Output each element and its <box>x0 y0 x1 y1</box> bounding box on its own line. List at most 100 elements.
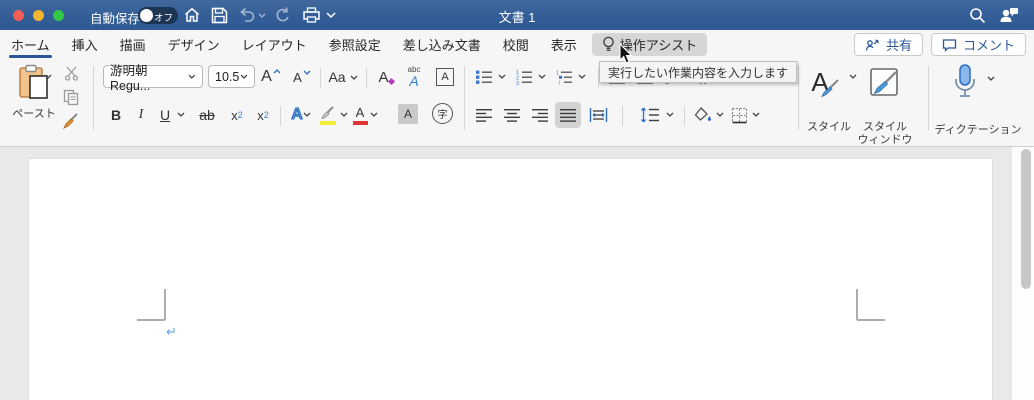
text-effects-chevron-icon[interactable] <box>303 112 311 117</box>
numbering-chevron-icon[interactable] <box>538 74 546 79</box>
undo-icon[interactable] <box>236 5 258 25</box>
dictation-button[interactable] <box>950 62 980 102</box>
underline-button[interactable]: U <box>156 104 174 126</box>
autosave-state-label: オフ <box>153 13 173 24</box>
redo-icon[interactable] <box>272 5 294 25</box>
font-size-value: 10.5 <box>215 69 240 84</box>
mouse-cursor <box>619 44 634 65</box>
share-icon <box>865 38 880 52</box>
borders-chevron-icon[interactable] <box>752 112 760 117</box>
tab-mailings[interactable]: 差し込み文書 <box>392 30 492 58</box>
phonetic-guide-button[interactable]: abc A <box>402 64 426 90</box>
paste-clipboard-icon <box>19 64 48 99</box>
lightbulb-icon <box>602 36 615 53</box>
styles-brush-icon <box>820 79 839 98</box>
styles-label: スタイル <box>807 121 851 133</box>
font-name-combo[interactable]: 游明朝 Regu... <box>103 64 203 93</box>
print-icon[interactable] <box>300 5 322 25</box>
change-case-button[interactable]: Aa <box>328 66 358 88</box>
shrink-font-button[interactable]: A <box>290 66 314 88</box>
subscript-button[interactable]: x2 <box>226 104 248 126</box>
tab-design[interactable]: デザイン <box>157 30 231 58</box>
account-icon[interactable] <box>997 5 1019 25</box>
undo-menu-chevron-icon[interactable] <box>256 5 268 25</box>
zoom-window-button[interactable] <box>53 9 64 21</box>
highlight-color-swatch <box>320 120 336 125</box>
align-right-button[interactable] <box>529 104 551 126</box>
styles-chevron-icon[interactable] <box>849 74 857 79</box>
shading-bucket-button[interactable] <box>692 104 714 126</box>
svg-text:3: 3 <box>516 81 519 85</box>
font-size-combo[interactable]: 10.5 <box>208 65 255 88</box>
document-page[interactable]: ↵ <box>28 158 993 400</box>
styles-window-label: スタイル ウィンドウ <box>857 121 913 146</box>
multilevel-chevron-icon[interactable] <box>578 74 586 79</box>
underline-chevron-icon[interactable] <box>177 112 185 117</box>
vertical-scrollbar[interactable] <box>1012 147 1034 400</box>
tab-home[interactable]: ホーム <box>0 30 61 58</box>
share-button[interactable]: 共有 <box>853 33 923 56</box>
comments-button[interactable]: コメント <box>930 33 1026 56</box>
close-window-button[interactable] <box>13 9 24 21</box>
justify-button[interactable] <box>555 102 581 128</box>
autosave-toggle[interactable]: オフ <box>138 7 178 24</box>
svg-text:1: 1 <box>556 71 559 77</box>
shading-chevron-icon[interactable] <box>716 112 724 117</box>
line-spacing-button[interactable] <box>638 104 662 126</box>
tab-insert[interactable]: 挿入 <box>61 30 109 58</box>
dictation-label: ディクテーション <box>934 124 1022 136</box>
home-icon[interactable] <box>181 5 203 25</box>
grow-font-button[interactable]: A <box>259 66 283 88</box>
enclose-characters-button[interactable]: 字 <box>432 103 453 124</box>
save-icon[interactable] <box>208 5 230 25</box>
align-center-button[interactable] <box>501 104 523 126</box>
paste-menu-chevron-icon[interactable] <box>44 74 52 79</box>
quick-access-chevron-icon[interactable] <box>324 5 338 25</box>
clear-formatting-button[interactable]: A <box>375 66 399 88</box>
bullets-chevron-icon[interactable] <box>498 74 506 79</box>
search-icon[interactable] <box>966 5 988 25</box>
strikethrough-button[interactable]: ab <box>194 104 220 126</box>
toggle-knob <box>140 9 153 22</box>
bullets-button[interactable] <box>473 66 495 88</box>
font-color-button[interactable]: A <box>350 102 370 128</box>
tab-tell-me[interactable]: 操作アシスト <box>591 33 708 56</box>
character-border-button[interactable]: A <box>436 68 454 86</box>
styles-button[interactable]: A <box>806 62 846 102</box>
copy-icon[interactable] <box>61 88 81 106</box>
bold-button[interactable]: B <box>106 104 126 126</box>
numbering-button[interactable]: 123 <box>513 66 535 88</box>
tab-view[interactable]: 表示 <box>540 30 588 58</box>
font-color-chevron-icon[interactable] <box>370 112 378 117</box>
borders-button[interactable] <box>728 104 750 126</box>
cut-icon[interactable] <box>61 64 81 82</box>
multilevel-list-button[interactable]: 1i <box>553 66 575 88</box>
highlight-chevron-icon[interactable] <box>340 112 348 117</box>
document-area[interactable]: ↵ <box>0 147 1034 400</box>
dictation-chevron-icon[interactable] <box>987 76 995 81</box>
tab-draw[interactable]: 描画 <box>109 30 157 58</box>
font-name-chevron-icon <box>188 74 196 79</box>
minimize-window-button[interactable] <box>33 9 44 21</box>
line-spacing-chevron-icon[interactable] <box>666 112 674 117</box>
paste-button[interactable] <box>12 64 56 102</box>
autosave-label: 自動保存 <box>90 12 141 26</box>
scrollbar-thumb[interactable] <box>1021 149 1031 289</box>
titlebar: 自動保存 オフ 文書 1 <box>0 0 1034 30</box>
styles-window-button[interactable] <box>866 64 904 102</box>
document-title: 文書 1 <box>498 10 536 25</box>
superscript-button[interactable]: x2 <box>252 104 274 126</box>
distribute-text-button[interactable] <box>587 104 609 126</box>
tab-layout[interactable]: レイアウト <box>231 30 318 58</box>
align-left-button[interactable] <box>473 104 495 126</box>
highlight-color-button[interactable] <box>317 102 339 128</box>
paragraph-mark: ↵ <box>166 324 177 339</box>
format-painter-icon[interactable] <box>61 112 81 130</box>
italic-button[interactable]: I <box>132 104 150 126</box>
tab-references[interactable]: 参照設定 <box>318 30 392 58</box>
font-size-chevron-icon <box>240 74 248 79</box>
tab-review[interactable]: 校閲 <box>492 30 540 58</box>
ribbon-tabs: ホーム 挿入 描画 デザイン レイアウト 参照設定 差し込み文書 校閲 表示 操… <box>0 30 1034 58</box>
margin-corner-mark-right <box>856 289 858 320</box>
character-shading-button[interactable]: A <box>398 104 418 124</box>
